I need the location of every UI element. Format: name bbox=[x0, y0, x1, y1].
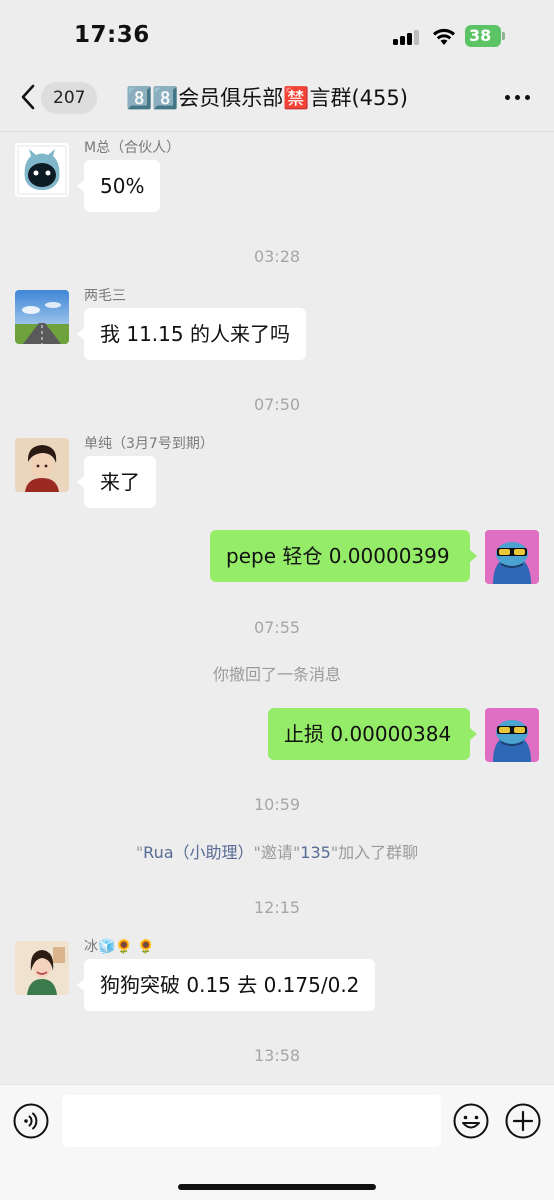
status-bar: 17:36 38 bbox=[0, 0, 554, 72]
cellular-signal-icon bbox=[393, 29, 421, 45]
join-notice-joined: "加入了群聊 bbox=[330, 843, 419, 862]
unread-count-badge[interactable]: 207 bbox=[41, 82, 98, 114]
sender-name: 冰🧊🌻 🌻 bbox=[84, 939, 155, 955]
timestamp: 03:28 bbox=[253, 247, 301, 266]
avatar-self[interactable] bbox=[485, 530, 539, 584]
message-bubble[interactable]: 我 11.15 的人来了吗 bbox=[77, 308, 306, 360]
status-time: 17:36 bbox=[74, 22, 150, 48]
join-notice-invite: "邀请" bbox=[253, 843, 301, 862]
join-notice: "Rua（小助理）"邀请"135"加入了群聊 bbox=[0, 839, 554, 863]
avatar-self[interactable] bbox=[485, 708, 539, 762]
sender-name: 单纯（3月7号到期） bbox=[84, 436, 214, 452]
chat-header: 207 8️⃣8️⃣会员俱乐部🈲言群(455) bbox=[0, 72, 554, 132]
timestamp: 10:59 bbox=[253, 795, 301, 814]
group-chat-title: 8️⃣8️⃣会员俱乐部🈲言群(455) bbox=[126, 86, 408, 110]
wifi-icon bbox=[433, 28, 455, 45]
emoji-icon[interactable] bbox=[453, 1103, 489, 1139]
avatar[interactable] bbox=[15, 438, 69, 492]
voice-icon[interactable] bbox=[13, 1103, 49, 1139]
invitee-link[interactable]: 135 bbox=[300, 843, 331, 862]
message-bubble[interactable]: 狗狗突破 0.15 去 0.175/0.2 bbox=[76, 959, 376, 1011]
sender-name: M总（合伙人） bbox=[84, 140, 181, 156]
avatar[interactable] bbox=[15, 290, 69, 344]
chat-input-bar bbox=[0, 1084, 554, 1200]
timestamp: 07:50 bbox=[253, 395, 301, 414]
message-input[interactable] bbox=[62, 1095, 441, 1147]
message-bubble[interactable]: 50% bbox=[76, 160, 161, 212]
timestamp: 13:58 bbox=[253, 1046, 301, 1065]
sender-name: 两毛三 bbox=[84, 288, 126, 304]
message-bubble[interactable]: 来了 bbox=[77, 456, 156, 508]
home-indicator bbox=[178, 1184, 376, 1190]
chevron-left-icon[interactable] bbox=[18, 84, 40, 110]
battery-level: 38 bbox=[469, 26, 492, 45]
avatar[interactable] bbox=[15, 143, 69, 197]
own-message-bubble[interactable]: pepe 轻仓 0.00000399 bbox=[210, 530, 477, 582]
avatar[interactable] bbox=[15, 941, 69, 995]
inviter-link[interactable]: Rua（小助理） bbox=[143, 843, 253, 862]
plus-icon[interactable] bbox=[505, 1103, 541, 1139]
more-dots-icon[interactable] bbox=[505, 95, 531, 101]
timestamp: 12:15 bbox=[253, 898, 301, 917]
battery-indicator: 38 bbox=[465, 25, 505, 47]
timestamp: 07:55 bbox=[253, 618, 301, 637]
recall-notice: 你撤回了一条消息 bbox=[212, 665, 341, 684]
own-message-bubble[interactable]: 止损 0.00000384 bbox=[268, 708, 477, 760]
